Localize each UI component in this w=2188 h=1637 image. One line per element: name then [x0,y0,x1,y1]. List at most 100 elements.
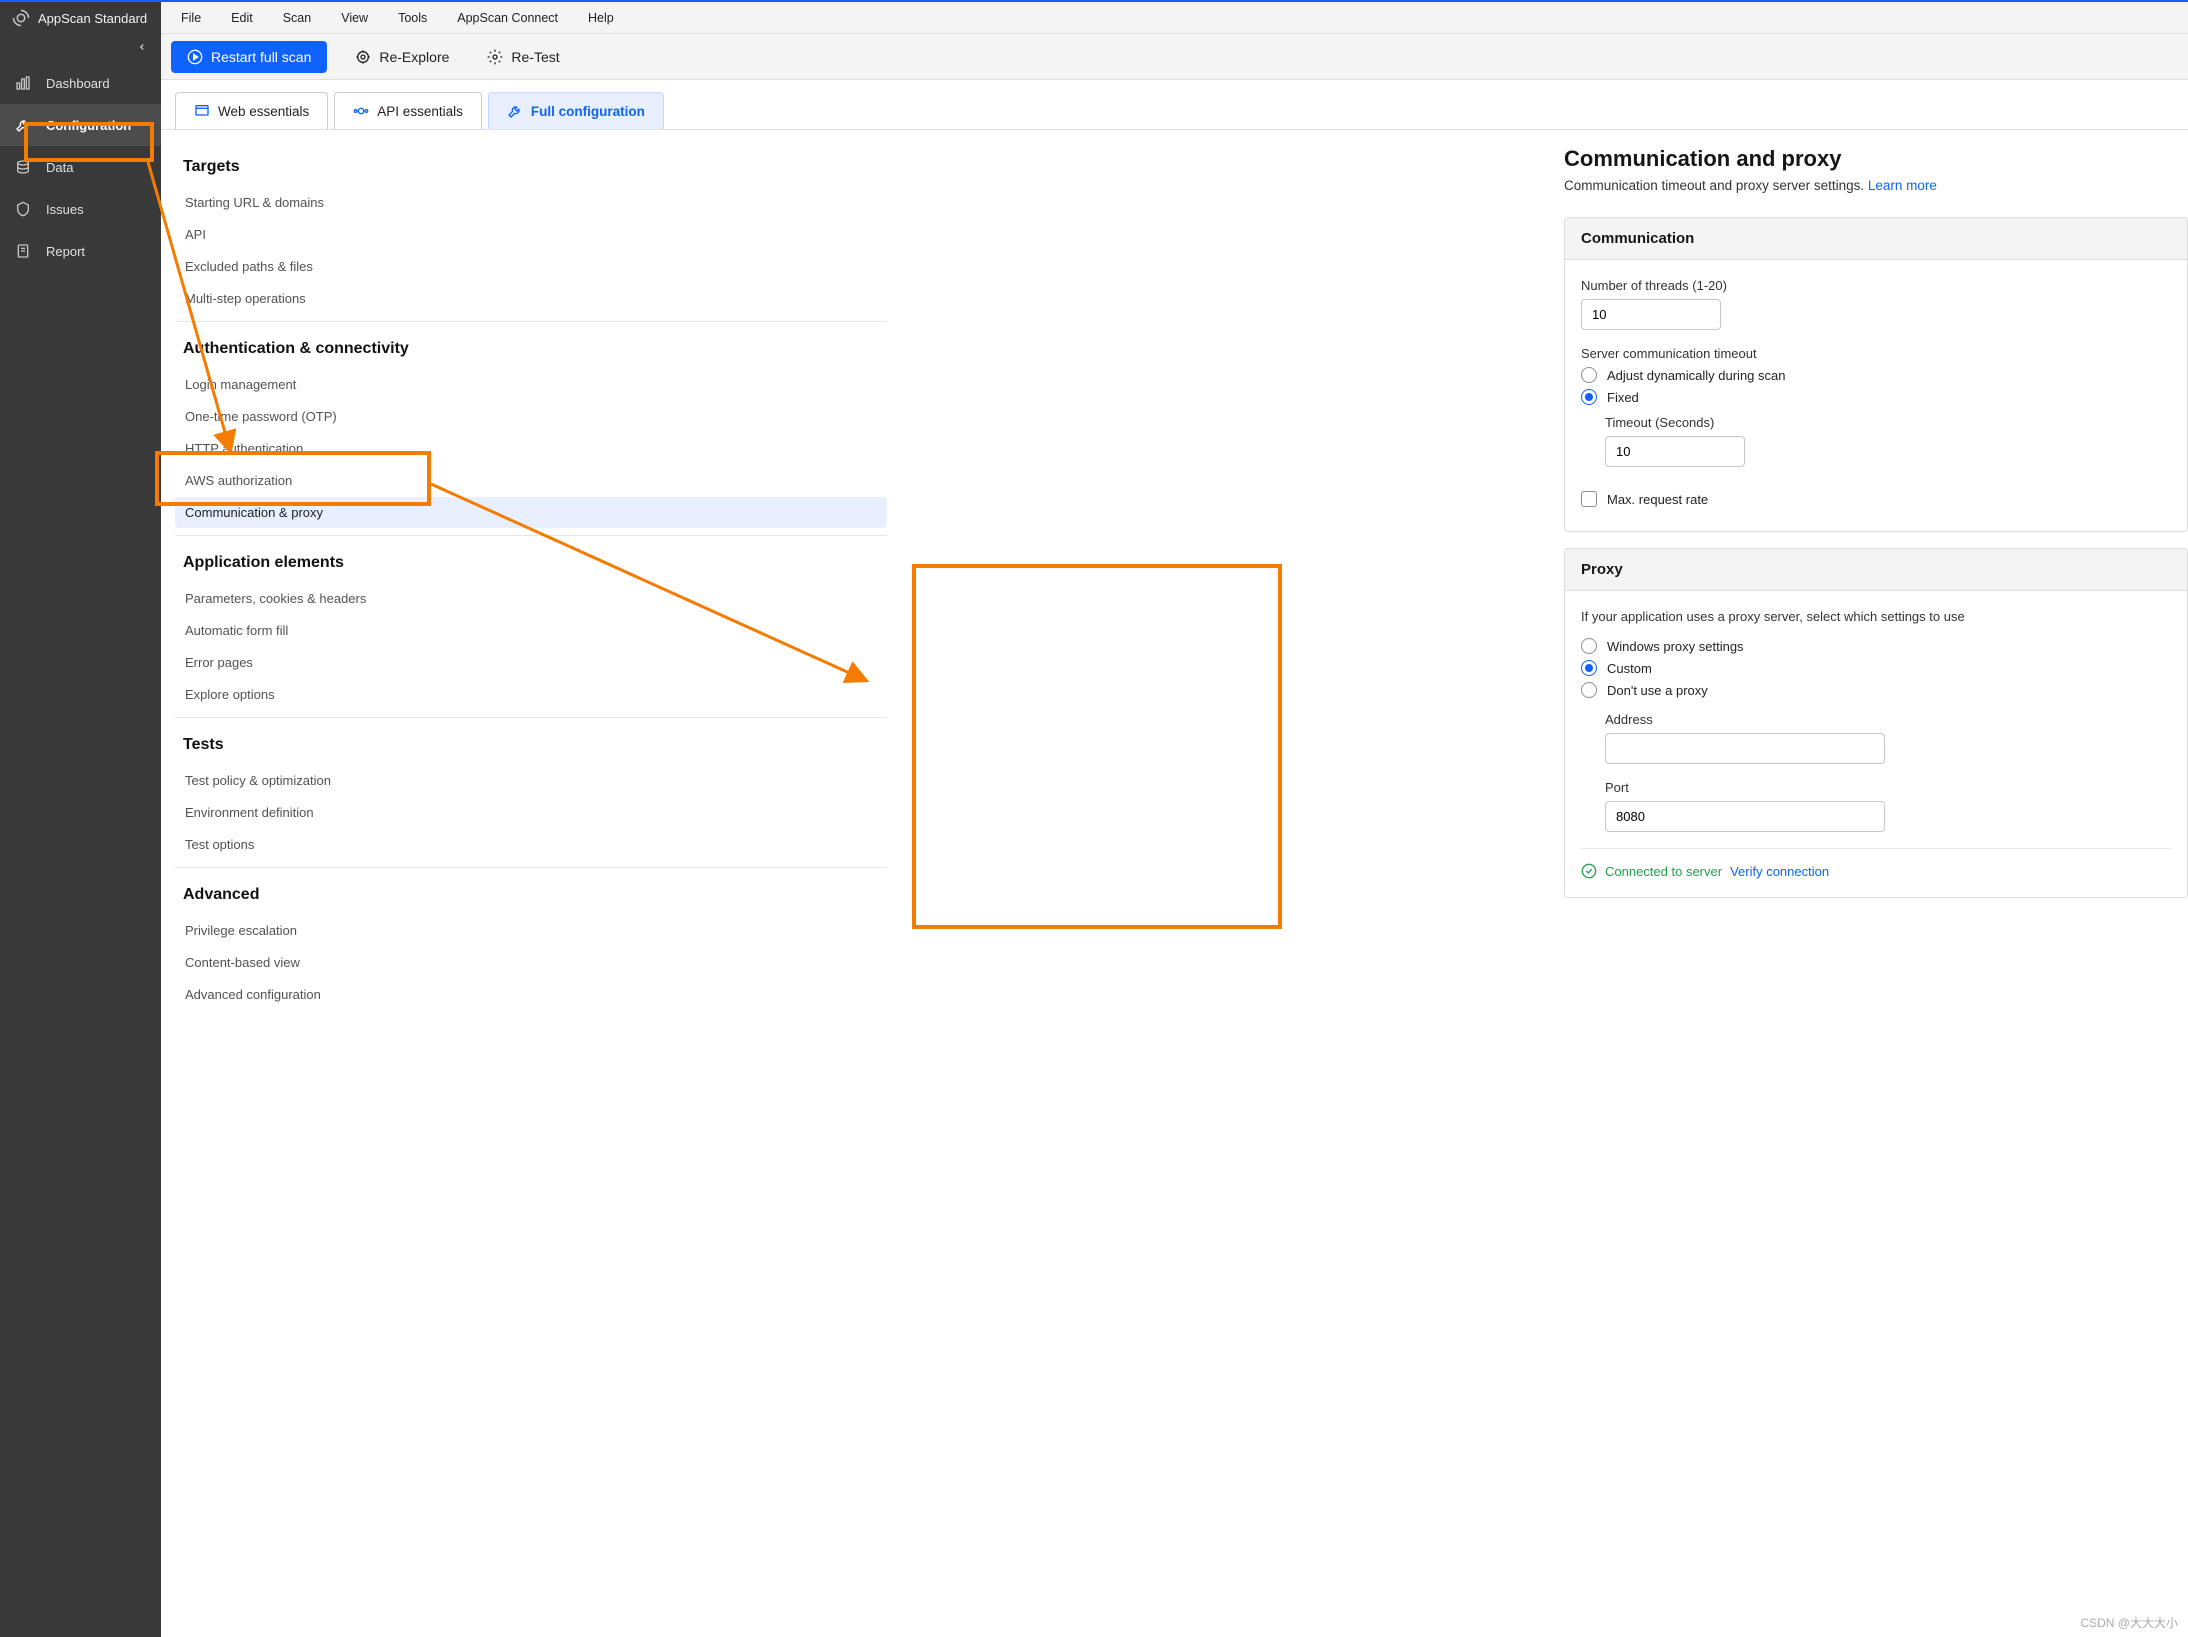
tree-testopts[interactable]: Test options [175,829,887,860]
radio-custom-proxy[interactable] [1581,660,1597,676]
tree-testpolicy[interactable]: Test policy & optimization [175,765,887,796]
sidebar-item-dashboard[interactable]: Dashboard [0,62,161,104]
section-advanced: Advanced [175,878,887,914]
wrench-icon [14,116,32,134]
app-title: AppScan Standard [38,11,147,26]
tree-formfill[interactable]: Automatic form fill [175,615,887,646]
sidebar-item-label: Configuration [46,118,131,133]
refresh-gear-icon [487,49,503,65]
menu-appscan-connect[interactable]: AppScan Connect [443,5,572,31]
sidebar-item-label: Dashboard [46,76,110,91]
tab-api-essentials[interactable]: API essentials [334,92,482,129]
tree-contentview[interactable]: Content-based view [175,947,887,978]
sidebar-item-issues[interactable]: Issues [0,188,161,230]
section-targets: Targets [175,150,887,186]
proxy-desc: If your application uses a proxy server,… [1581,609,2171,624]
radio-windows-proxy[interactable] [1581,638,1597,654]
tree-exploreopts[interactable]: Explore options [175,679,887,710]
tree-http-auth[interactable]: HTTP authentication [175,433,887,464]
radio-dynamic[interactable] [1581,367,1597,383]
tab-web-essentials[interactable]: Web essentials [175,92,328,129]
report-icon [14,242,32,260]
dashboard-icon [14,74,32,92]
connected-text: Connected to server [1605,864,1722,879]
verify-connection-link[interactable]: Verify connection [1730,864,1829,879]
menu-view[interactable]: View [327,5,382,31]
section-appel: Application elements [175,546,887,582]
max-rate-checkbox[interactable] [1581,491,1597,507]
page-subtitle: Communication timeout and proxy server s… [1564,178,2188,193]
radio-fixed[interactable] [1581,389,1597,405]
port-label: Port [1605,780,2171,795]
radio-windows-label: Windows proxy settings [1607,639,1744,654]
sidebar-item-data[interactable]: Data [0,146,161,188]
port-input[interactable] [1605,801,1885,832]
sidebar-item-label: Issues [46,202,84,217]
tree-comm-proxy[interactable]: Communication & proxy [175,497,887,528]
menu-help[interactable]: Help [574,5,628,31]
menu-file[interactable]: File [167,5,215,31]
radio-no-proxy[interactable] [1581,682,1597,698]
tree-login-mgmt[interactable]: Login management [175,369,887,400]
learn-more-link[interactable]: Learn more [1868,178,1937,193]
max-rate-label: Max. request rate [1607,492,1708,507]
radio-custom-label: Custom [1607,661,1652,676]
restart-full-scan-button[interactable]: Restart full scan [171,41,327,73]
radio-noproxy-label: Don't use a proxy [1607,683,1708,698]
radio-fixed-label: Fixed [1607,390,1639,405]
tree-api[interactable]: API [175,219,887,250]
play-icon [187,49,203,65]
config-tabs: Web essentials API essentials Full confi… [161,80,2188,130]
section-tests: Tests [175,728,887,764]
tree-privesc[interactable]: Privilege escalation [175,915,887,946]
address-label: Address [1605,712,2171,727]
web-icon [194,103,210,119]
shield-icon [14,200,32,218]
threads-input[interactable] [1581,299,1721,330]
communication-panel-header: Communication [1565,218,2187,260]
address-input[interactable] [1605,733,1885,764]
api-icon [353,103,369,119]
radio-dynamic-label: Adjust dynamically during scan [1607,368,1785,383]
menu-edit[interactable]: Edit [217,5,267,31]
tree-aws-auth[interactable]: AWS authorization [175,465,887,496]
re-explore-button[interactable]: Re-Explore [345,41,459,73]
menu-scan[interactable]: Scan [269,5,326,31]
tree-advconfig[interactable]: Advanced configuration [175,979,887,1010]
communication-panel: Communication Number of threads (1-20) S… [1564,217,2188,532]
proxy-panel: Proxy If your application uses a proxy s… [1564,548,2188,898]
database-icon [14,158,32,176]
wrench-icon [507,103,523,119]
tree-envdef[interactable]: Environment definition [175,797,887,828]
timeout-seconds-label: Timeout (Seconds) [1605,415,2171,430]
section-auth: Authentication & connectivity [175,332,887,368]
sidebar-collapse[interactable] [0,34,161,62]
sidebar-item-report[interactable]: Report [0,230,161,272]
timeout-label: Server communication timeout [1581,346,2171,361]
menu-tools[interactable]: Tools [384,5,441,31]
page-title: Communication and proxy [1564,146,2188,172]
app-logo-icon [12,9,30,27]
tree-excluded-paths[interactable]: Excluded paths & files [175,251,887,282]
check-circle-icon [1581,863,1597,879]
sidebar-item-label: Report [46,244,85,259]
re-test-button[interactable]: Re-Test [477,41,569,73]
timeout-seconds-input[interactable] [1605,436,1745,467]
tree-errorpages[interactable]: Error pages [175,647,887,678]
toolbar: Restart full scan Re-Explore Re-Test [161,34,2188,80]
tree-starting-url[interactable]: Starting URL & domains [175,187,887,218]
sidebar-item-configuration[interactable]: Configuration [0,104,161,146]
config-detail: Communication and proxy Communication ti… [1564,130,2188,1637]
app-title-bar: AppScan Standard [0,2,161,34]
menubar: File Edit Scan View Tools AppScan Connec… [161,2,2188,34]
sidebar-item-label: Data [46,160,73,175]
target-icon [355,49,371,65]
config-tree: Targets Starting URL & domains API Exclu… [161,130,901,1637]
tree-otp[interactable]: One-time password (OTP) [175,401,887,432]
proxy-panel-header: Proxy [1565,549,2187,591]
tab-full-configuration[interactable]: Full configuration [488,92,664,129]
sidebar: AppScan Standard Dashboard Configuration… [0,2,161,1637]
threads-label: Number of threads (1-20) [1581,278,2171,293]
tree-params[interactable]: Parameters, cookies & headers [175,583,887,614]
tree-multistep[interactable]: Multi-step operations [175,283,887,314]
